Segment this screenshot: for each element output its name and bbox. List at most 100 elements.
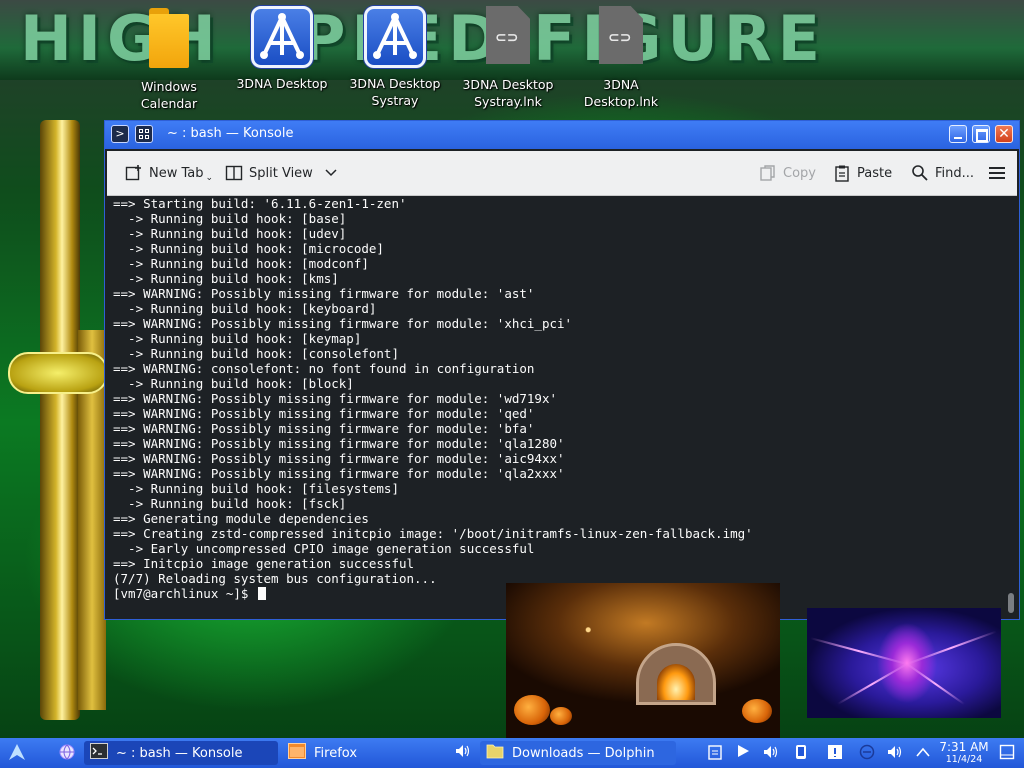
- kde-connect-icon[interactable]: [792, 744, 810, 762]
- prompt-text: [vm7@archlinux ~]$: [113, 586, 256, 601]
- space-image-preview[interactable]: [807, 608, 1001, 718]
- audio-volume-icon[interactable]: [886, 744, 904, 762]
- desktop-icon-3dna-desktop-systray-lnk[interactable]: ⊂⊃ 3DNA Desktop Systray.lnk: [453, 6, 563, 110]
- terminal-line: ==> Initcpio image generation successful: [113, 556, 415, 571]
- terminal-line: -> Running build hook: [filesystems]: [113, 481, 399, 496]
- terminal-line: -> Running build hook: [consolefont]: [113, 346, 399, 361]
- konsole-toolbar: New Tab ⌄ Split View Copy Paste Find...: [107, 151, 1017, 196]
- find-button[interactable]: Find...: [911, 151, 974, 195]
- terminal-line: -> Running build hook: [block]: [113, 376, 354, 391]
- terminal-line: -> Running build hook: [udev]: [113, 226, 347, 241]
- link-file-icon: ⊂⊃: [486, 6, 530, 64]
- split-view-label: Split View: [249, 165, 313, 181]
- terminal-scrollbar[interactable]: [1005, 196, 1017, 618]
- terminal-lines: ==> Starting build: '6.11.6-zen1-1-zen' …: [107, 196, 1005, 601]
- pumpkin-shape: [550, 707, 572, 725]
- terminal-icon: [90, 743, 108, 763]
- notification-icon[interactable]: [826, 744, 844, 762]
- wallpaper-pillar: [40, 120, 80, 720]
- chevron-down-icon: [325, 166, 337, 181]
- terminal-line: ==> WARNING: Possibly missing firmware f…: [113, 286, 535, 301]
- chevron-up-icon[interactable]: [914, 744, 932, 762]
- pumpkin-shape: [514, 695, 550, 725]
- paste-button[interactable]: Paste: [833, 151, 892, 195]
- terminal-line: ==> WARNING: Possibly missing firmware f…: [113, 421, 535, 436]
- light-ray: [837, 663, 908, 705]
- terminal-line: -> Running build hook: [base]: [113, 211, 347, 226]
- task-label: Firefox: [314, 745, 358, 761]
- browser-window-icon: [288, 743, 306, 763]
- media-play-icon[interactable]: [734, 744, 752, 762]
- terminal-line: ==> WARNING: Possibly missing firmware f…: [113, 436, 565, 451]
- find-label: Find...: [935, 165, 975, 181]
- terminal-line: -> Running build hook: [keymap]: [113, 331, 362, 346]
- app-launcher-icon[interactable]: [8, 743, 26, 761]
- terminal-line: -> Early uncompressed CPIO image generat…: [113, 541, 535, 556]
- paste-label: Paste: [857, 165, 893, 181]
- clipboard-tray-icon[interactable]: [706, 744, 724, 762]
- konsole-window[interactable]: > ~ : bash — Konsole ✕ New Tab ⌄ Split V…: [104, 120, 1020, 620]
- desktop-icon-3dna-desktop-lnk[interactable]: ⊂⊃ 3DNA Desktop.lnk: [566, 6, 676, 110]
- window-menu-button[interactable]: >: [111, 125, 129, 143]
- close-button[interactable]: ✕: [995, 125, 1013, 143]
- window-title: ~ : bash — Konsole: [167, 126, 294, 141]
- terminal-line: -> Running build hook: [kms]: [113, 271, 339, 286]
- desktop-icon-windows-calendar[interactable]: Windows Calendar: [114, 6, 224, 112]
- terminal-line: ==> Creating zstd-compressed initcpio im…: [113, 526, 753, 541]
- system-clock[interactable]: 7:31 AM 11/4/24: [938, 740, 990, 766]
- terminal-line: ==> WARNING: Possibly missing firmware f…: [113, 406, 535, 421]
- taskbar: ~ : bash — Konsole Firefox Downloads — D…: [0, 738, 1024, 768]
- maximize-button[interactable]: [972, 125, 990, 143]
- clock-date: 11/4/24: [945, 754, 983, 765]
- copy-icon: [759, 164, 777, 182]
- terminal-cursor: [258, 587, 266, 600]
- clock-time: 7:31 AM: [939, 740, 989, 754]
- volume-icon[interactable]: [762, 744, 780, 762]
- terminal-line: ==> WARNING: consolefont: no font found …: [113, 361, 535, 376]
- scrollbar-thumb[interactable]: [1008, 593, 1014, 613]
- new-tab-icon: [125, 164, 143, 182]
- hamburger-menu-button[interactable]: [989, 151, 1005, 195]
- globe-icon[interactable]: [58, 744, 76, 762]
- desktop-icon-label: Windows Calendar: [140, 79, 198, 111]
- speaker-icon: [454, 743, 472, 763]
- link-file-icon: ⊂⊃: [599, 6, 643, 64]
- desktop-icon-label: 3DNA Desktop.lnk: [583, 77, 659, 109]
- task-label: ~ : bash — Konsole: [116, 745, 243, 761]
- copy-label: Copy: [783, 165, 816, 181]
- split-view-button[interactable]: Split View: [225, 151, 337, 195]
- search-icon: [911, 164, 929, 182]
- window-titlebar[interactable]: > ~ : bash — Konsole ✕: [105, 121, 1019, 149]
- desktop-icon-3dna-desktop[interactable]: 3DNA Desktop: [227, 6, 337, 92]
- light-ray: [906, 630, 997, 665]
- new-tab-button[interactable]: New Tab ⌄: [125, 151, 213, 195]
- task-label: Downloads — Dolphin: [512, 745, 655, 761]
- terminal-line: -> Running build hook: [modconf]: [113, 256, 369, 271]
- folder-icon: [147, 6, 191, 68]
- fireplace-image-preview[interactable]: [506, 583, 780, 739]
- task-dolphin[interactable]: Downloads — Dolphin: [480, 741, 676, 765]
- desktop-icon-3dna-desktop-systray[interactable]: 3DNA Desktop Systray: [340, 6, 450, 109]
- show-desktop-icon[interactable]: [998, 744, 1016, 762]
- desktop-icon-label: 3DNA Desktop Systray.lnk: [462, 77, 554, 109]
- terminal-line: ==> WARNING: Possibly missing firmware f…: [113, 466, 565, 481]
- wallpaper-badge: [8, 352, 108, 394]
- chevron-down-icon: ⌄: [205, 173, 214, 183]
- pumpkin-shape: [742, 699, 772, 723]
- terminal-line: ==> Starting build: '6.11.6-zen1-1-zen': [113, 196, 407, 211]
- terminal-output[interactable]: ==> Starting build: '6.11.6-zen1-1-zen' …: [107, 196, 1005, 618]
- copy-button[interactable]: Copy: [759, 151, 816, 195]
- terminal-line: ==> Generating module dependencies: [113, 511, 369, 526]
- terminal-line: ==> WARNING: Possibly missing firmware f…: [113, 316, 573, 331]
- minimize-button[interactable]: [949, 125, 967, 143]
- 3dna-app-icon: [251, 6, 313, 68]
- paste-icon: [833, 164, 851, 182]
- task-konsole[interactable]: ~ : bash — Konsole: [84, 741, 278, 765]
- terminal-line: -> Running build hook: [fsck]: [113, 496, 347, 511]
- terminal-line: -> Running build hook: [microcode]: [113, 241, 384, 256]
- network-icon[interactable]: [858, 744, 876, 762]
- task-firefox[interactable]: Firefox: [282, 741, 476, 765]
- terminal-line: -> Running build hook: [keyboard]: [113, 301, 377, 316]
- terminal-line: ==> WARNING: Possibly missing firmware f…: [113, 391, 558, 406]
- window-grid-icon[interactable]: [135, 125, 153, 143]
